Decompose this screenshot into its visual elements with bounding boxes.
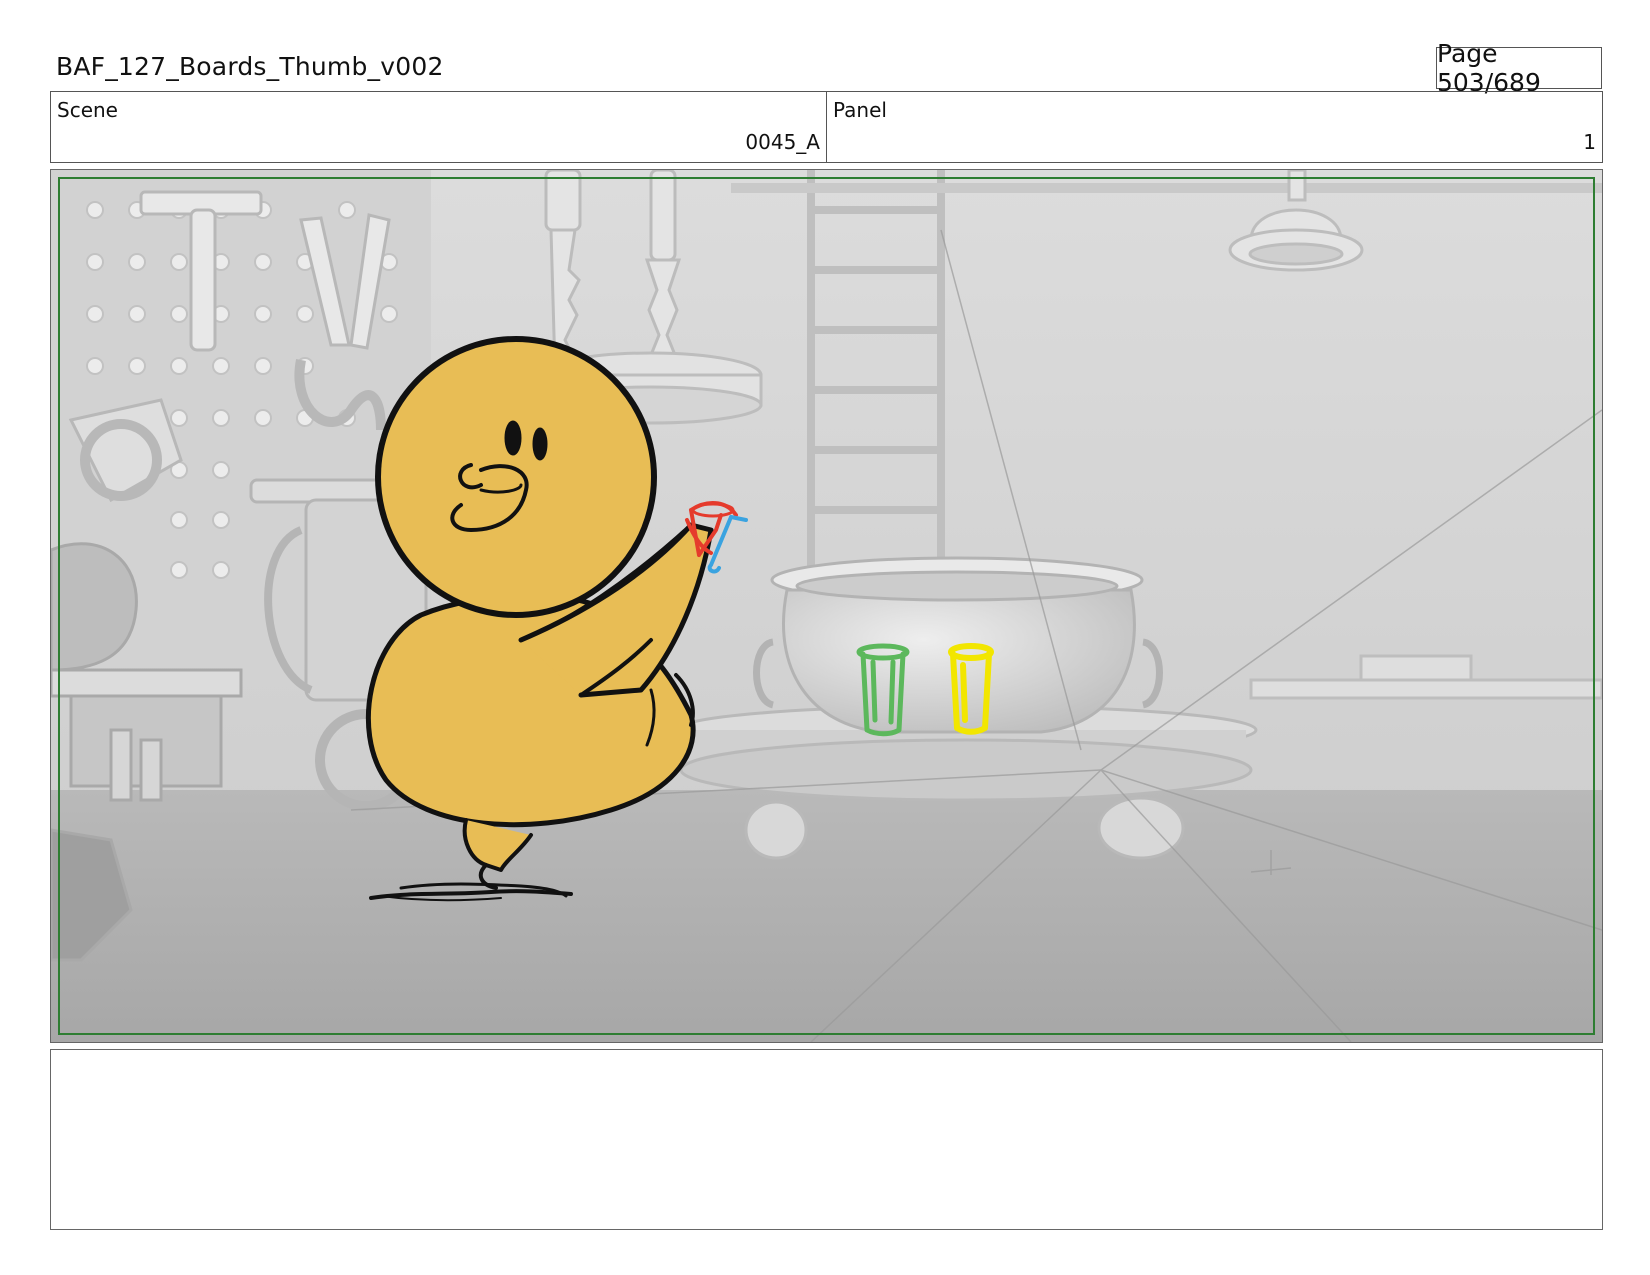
scene-value: 0045_A — [745, 130, 820, 154]
background-floor — [51, 790, 1602, 1042]
scene-label: Scene — [57, 98, 118, 122]
document-title: BAF_127_Boards_Thumb_v002 — [56, 52, 444, 81]
panel-cell: Panel 1 — [826, 92, 1602, 162]
panel-label: Panel — [833, 98, 887, 122]
panel-value: 1 — [1583, 130, 1596, 154]
scene-panel-info-row: Scene 0045_A Panel 1 — [50, 91, 1603, 163]
scene-cell: Scene 0045_A — [51, 92, 826, 162]
storyboard-panel-image — [50, 169, 1603, 1043]
page-number-box: Page 503/689 — [1436, 39, 1602, 97]
storyboard-drawing — [51, 170, 1602, 1042]
notes-box — [50, 1049, 1603, 1230]
